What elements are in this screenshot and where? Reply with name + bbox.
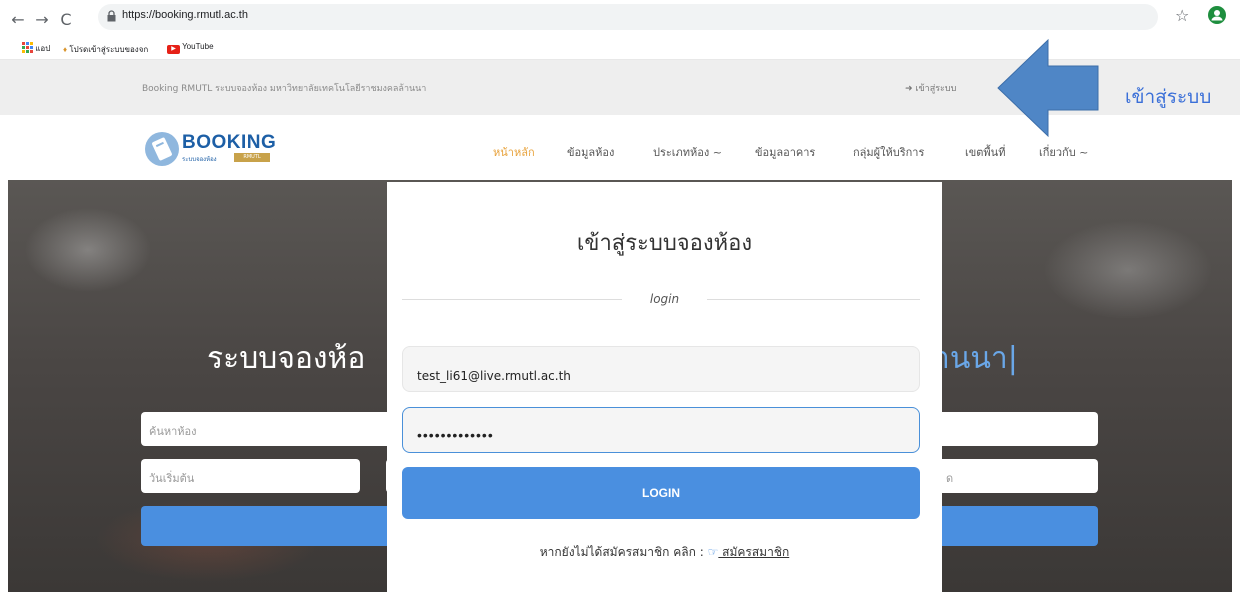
register-prompt: หากยังไม่ได้สมัครสมาชิก คลิก : ☞ สมัครสม… [387,543,942,562]
bookmark-label: YouTube [182,42,214,51]
pointing-hand-icon: ☞ [707,545,719,559]
modal-title: เข้าสู่ระบบจองห้อง [576,231,753,256]
bookmark-label: โปรดเข้าสู่ระบบของจก [69,45,149,54]
url-text: https://booking.rmutl.ac.th [122,9,248,21]
modal-subtitle: login [649,292,680,306]
reload-icon[interactable]: C [56,10,76,30]
bookmark-item[interactable]: ♦ โปรดเข้าสู่ระบบของจก [63,43,148,56]
login-button[interactable]: LOGIN [402,467,920,519]
end-date-input[interactable]: ด [938,459,1098,493]
logo-tag: RMUTL [234,153,270,162]
bookmark-favicon-icon: ♦ [63,45,68,54]
person-icon [1211,10,1223,21]
logo-title[interactable]: BOOKING [182,132,276,154]
hero-search-input[interactable]: ค้นหาห้อง [141,412,401,446]
hero-title: ระบบจองห้อ [207,341,366,376]
bookmark-star-icon[interactable]: ☆ [1175,6,1189,25]
start-date-input[interactable]: วันเริ่มต้น [141,459,360,493]
login-link-label: เข้าสู่ระบบ [915,84,957,94]
email-field[interactable] [402,346,920,392]
nav-building-info[interactable]: ข้อมูลอาคาร [755,143,815,161]
hero-title-tail-text: านนา [933,341,1008,376]
hero-search-input-right[interactable] [938,412,1098,446]
nav-room-info[interactable]: ข้อมูลห้อง [567,143,614,161]
site-tagline: Booking RMUTL ระบบจองห้อง มหาวิทยาลัยเทค… [142,84,427,94]
annotation-label: เข้าสู่ระบบ [1125,86,1212,108]
bookmark-youtube[interactable]: ▶ YouTube [167,42,214,54]
nav-areas[interactable]: เขตพื้นที่ [965,143,1005,161]
logo-icon[interactable] [145,132,179,166]
youtube-icon: ▶ [167,45,180,54]
nav-about[interactable]: เกี่ยวกับ ~ [1039,143,1088,161]
login-link[interactable]: ➜ เข้าสู่ระบบ [905,81,956,95]
back-icon[interactable]: ← [8,10,28,30]
bookmark-label: แอป [35,44,51,53]
nav-home[interactable]: หน้าหลัก [493,143,535,161]
logo-subtitle: ระบบจองห้อง [182,157,217,163]
text-cursor: | [1007,341,1018,376]
annotation-arrow-icon [997,38,1099,138]
apps-grid-icon [22,42,33,53]
nav-provider-groups[interactable]: กลุ่มผู้ให้บริการ [853,143,924,161]
password-field[interactable] [402,407,920,453]
login-modal: เข้าสู่ระบบจองห้อง login LOGIN หากยังไม่… [387,182,942,592]
bookmark-apps[interactable]: แอป [22,42,50,55]
forward-icon[interactable]: → [32,10,52,30]
sign-in-icon: ➜ [905,84,913,94]
hero-title-tail: านนา| [933,335,1018,382]
browser-toolbar: ← → C https://booking.rmutl.ac.th ☆ [0,0,1240,38]
address-bar[interactable]: https://booking.rmutl.ac.th [98,4,1158,30]
profile-avatar[interactable] [1208,6,1226,24]
register-prompt-text: หากยังไม่ได้สมัครสมาชิก คลิก : [539,545,708,559]
booking-logo-icon [152,137,172,161]
nav-room-types[interactable]: ประเภทห้อง ~ [653,143,722,161]
register-link[interactable]: สมัครสมาชิก [718,545,789,559]
lock-icon [107,10,116,22]
